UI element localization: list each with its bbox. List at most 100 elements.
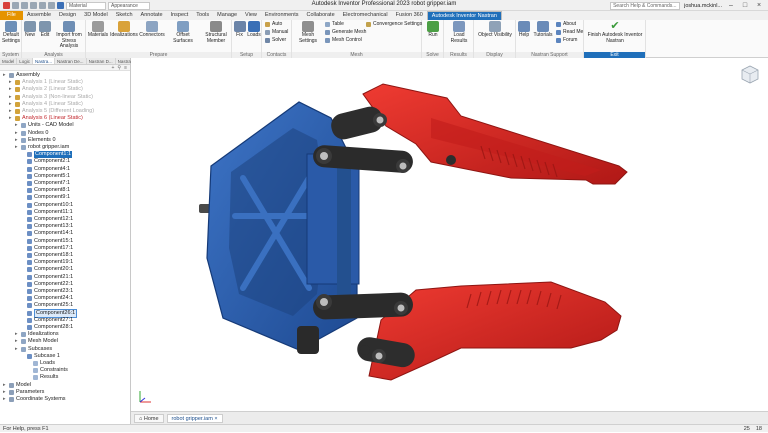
tree-item[interactable]: Component23:1: [21, 288, 73, 295]
view-cube[interactable]: [738, 62, 762, 86]
home-icon[interactable]: [57, 2, 64, 9]
tree-item[interactable]: ▸ Elements 0: [15, 137, 56, 144]
tab-tools[interactable]: Tools: [192, 11, 213, 20]
auto-contacts-button[interactable]: Auto: [265, 21, 282, 28]
close-tab-icon[interactable]: ×: [214, 416, 217, 422]
expand-toggle-icon[interactable]: ▸: [9, 101, 13, 108]
browser-tab[interactable]: Nastran D...: [87, 58, 116, 64]
browser-tab[interactable]: Nastra...: [33, 58, 56, 64]
structural-member-button[interactable]: Structural Member: [201, 21, 231, 44]
generate-mesh-button[interactable]: Generate Mesh: [325, 29, 366, 36]
tree-item[interactable]: ▸ Mesh Model: [15, 338, 58, 345]
tree-item[interactable]: ▸ Analysis 1 (Linear Static): [9, 79, 83, 86]
tree-item[interactable]: Component10:1: [21, 202, 73, 209]
expand-toggle-icon[interactable]: ▸: [15, 338, 19, 345]
maximize-icon[interactable]: □: [740, 2, 750, 9]
expand-toggle-icon[interactable]: ▸: [15, 122, 19, 129]
manual-contacts-button[interactable]: Manual: [265, 29, 288, 36]
tree-item[interactable]: ▸ Units - CAD Model: [15, 122, 74, 129]
expand-toggle-icon[interactable]: ▸: [3, 382, 7, 389]
tree-item[interactable]: Component9:1: [21, 194, 70, 201]
tab-annotate[interactable]: Annotate: [137, 11, 167, 20]
tree-item[interactable]: ▸ Assembly: [3, 72, 40, 79]
tree-item[interactable]: Component27:1: [21, 317, 73, 324]
tree-item[interactable]: Constraints: [27, 367, 68, 374]
expand-toggle-icon[interactable]: ▸: [15, 130, 19, 137]
new-analysis-button[interactable]: New: [23, 21, 37, 39]
minimize-icon[interactable]: –: [726, 2, 736, 9]
run-button[interactable]: Run: [425, 21, 441, 39]
tree-item[interactable]: ▸ Analysis 2 (Linear Static): [9, 86, 83, 93]
tree-item[interactable]: Component22:1: [21, 281, 73, 288]
expand-toggle-icon[interactable]: ▸: [9, 86, 13, 93]
expand-toggle-icon[interactable]: ▸: [9, 79, 13, 86]
tree-item[interactable]: Component18:1: [21, 252, 73, 259]
tree-item[interactable]: Component26:1: [21, 308, 78, 318]
tab-design[interactable]: Design: [55, 11, 80, 20]
tree-item[interactable]: Component7:1: [21, 180, 70, 187]
expand-toggle-icon[interactable]: ▸: [15, 137, 19, 144]
graphics-viewport[interactable]: [131, 58, 768, 411]
tree-item[interactable]: Component2:1: [21, 158, 70, 165]
robot-gripper-tab[interactable]: robot gripper.iam ×: [166, 413, 223, 423]
tree-item[interactable]: Component12:1: [21, 216, 73, 223]
tree-item[interactable]: ▸ Analysis 4 (Linear Static): [9, 101, 83, 108]
browser-tab[interactable]: Model: [0, 58, 18, 64]
tree-item[interactable]: Component19:1: [21, 259, 73, 266]
default-settings-button[interactable]: Default Settings: [1, 21, 21, 44]
fix-button[interactable]: Fix: [233, 21, 246, 39]
tree-item[interactable]: Component21:1: [21, 274, 73, 281]
menu-icon[interactable]: ≡: [124, 65, 127, 71]
redo-icon[interactable]: [48, 2, 55, 9]
tree-item[interactable]: Component24:1: [21, 295, 73, 302]
open-icon[interactable]: [21, 2, 28, 9]
expand-toggle-icon[interactable]: ▸: [15, 346, 19, 353]
idealizations-button[interactable]: Idealizations: [110, 21, 138, 39]
search-icon[interactable]: ⚲: [117, 65, 121, 71]
object-visibility-button[interactable]: Object Visibility: [476, 21, 514, 39]
close-icon[interactable]: ×: [754, 2, 764, 9]
appearance-dropdown[interactable]: Appearance: [108, 1, 150, 10]
tab-electromechanical[interactable]: Electromechanical: [339, 11, 392, 20]
tree-item[interactable]: ▸ Model: [3, 382, 31, 389]
mesh-control-button[interactable]: Mesh Control: [325, 37, 362, 44]
table-button[interactable]: Table: [325, 21, 344, 28]
expand-toggle-icon[interactable]: ▸: [9, 94, 13, 101]
tab-manage[interactable]: Manage: [213, 11, 241, 20]
tree-item[interactable]: ▸ Nodes 0: [15, 130, 49, 137]
forum-button[interactable]: Forum: [556, 37, 577, 44]
tree-item[interactable]: Subcase 1: [21, 353, 60, 360]
expand-toggle-icon[interactable]: ▸: [3, 396, 7, 403]
material-dropdown[interactable]: Material: [66, 1, 106, 10]
browser-tab[interactable]: Nastran De...: [55, 58, 87, 64]
tree-item[interactable]: Component4:1: [21, 166, 70, 173]
help-search-input[interactable]: Search Help & Commands...: [610, 1, 681, 10]
save-icon[interactable]: [30, 2, 37, 9]
tree-item[interactable]: Loads: [27, 360, 55, 367]
tree-item[interactable]: ▸ Parameters: [3, 389, 44, 396]
tab-3d-model[interactable]: 3D Model: [80, 11, 112, 20]
robot-gripper-model[interactable]: [131, 58, 768, 411]
expand-toggle-icon[interactable]: ▸: [9, 115, 13, 122]
about-button[interactable]: About: [556, 21, 576, 28]
connectors-button[interactable]: Connectors: [139, 21, 165, 39]
edit-analysis-button[interactable]: Edit: [38, 21, 52, 39]
tree-item[interactable]: Component1:1: [21, 151, 73, 159]
tab-assemble[interactable]: Assemble: [23, 11, 55, 20]
tree-item[interactable]: ▸ Analysis 3 (Non-linear Static): [9, 94, 93, 101]
tree-item[interactable]: Component14:1: [21, 230, 73, 237]
tree-item[interactable]: ▸ Idealizations: [15, 331, 59, 338]
base-mount[interactable]: [297, 326, 319, 354]
tab-fusion-360[interactable]: Fusion 360: [392, 11, 427, 20]
tree-item[interactable]: Component13:1: [21, 223, 73, 230]
tree-item[interactable]: ▸ Coordinate Systems: [3, 396, 66, 403]
tab-inspect[interactable]: Inspect: [167, 11, 193, 20]
tutorials-button[interactable]: Tutorials: [532, 21, 554, 39]
undo-icon[interactable]: [39, 2, 46, 9]
app-logo-icon[interactable]: [3, 2, 10, 9]
expand-toggle-icon[interactable]: ▸: [3, 389, 7, 396]
load-results-button[interactable]: Load Results: [445, 21, 473, 44]
tab-sketch[interactable]: Sketch: [112, 11, 137, 20]
tree-item[interactable]: Component11:1: [21, 209, 73, 216]
tab-file[interactable]: File: [0, 11, 23, 20]
